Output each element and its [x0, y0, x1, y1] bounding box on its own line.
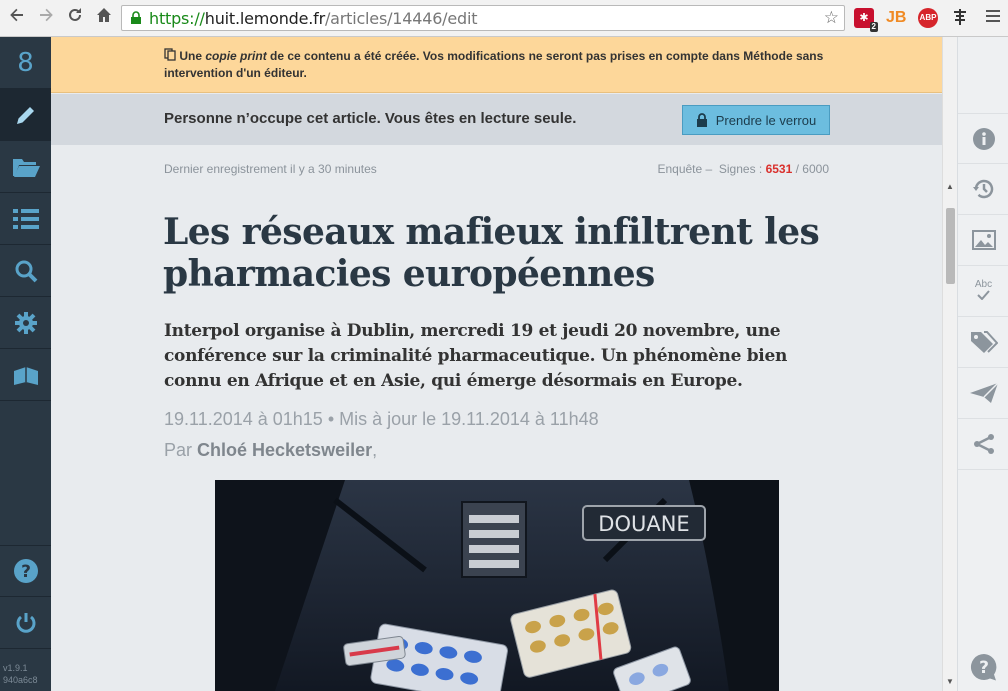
home-logo[interactable]: 8	[0, 37, 51, 89]
network-extension-icon[interactable]	[950, 8, 970, 28]
edit-pencil-icon[interactable]	[0, 89, 51, 141]
reload-icon[interactable]	[64, 7, 86, 29]
article-editor: Dernier enregistrement il y a 30 minutes…	[51, 145, 942, 691]
signs-counter: Enquête – Signes : 6531 / 6000	[657, 162, 829, 176]
scroll-up-arrow-icon[interactable]: ▲	[946, 182, 954, 191]
article-headline[interactable]: Les réseaux mafieux infiltrent les pharm…	[163, 211, 823, 295]
folder-open-icon[interactable]	[0, 141, 51, 193]
history-icon[interactable]	[958, 164, 1008, 215]
take-lock-label: Prendre le verrou	[715, 112, 817, 128]
right-toolbar: Abc ?	[957, 37, 1008, 691]
list-icon[interactable]	[0, 193, 51, 245]
copy-icon	[164, 48, 176, 61]
article-photo[interactable]: DOUANE	[215, 480, 779, 691]
gear-icon[interactable]	[0, 297, 51, 349]
svg-text:?: ?	[21, 562, 31, 582]
help-bubble-icon[interactable]: ?	[970, 653, 998, 686]
print-book-icon[interactable]	[0, 349, 51, 401]
scroll-down-arrow-icon[interactable]: ▼	[946, 677, 954, 686]
padlock-icon	[696, 113, 707, 127]
warning-text: Une copie print de ce contenu a été créé…	[164, 48, 824, 80]
read-only-banner: Personne n’occupe cet article. Vous êtes…	[51, 94, 942, 145]
article-lead[interactable]: Interpol organise à Dublin, mercredi 19 …	[164, 319, 804, 394]
left-navigation: 8 ? v1.9.1 940a6c8	[0, 37, 51, 691]
share-icon[interactable]	[958, 419, 1008, 470]
browser-toolbar: https://huit.lemonde.fr/articles/14446/e…	[0, 0, 1008, 37]
adblock-extension-icon[interactable]: ABP	[918, 8, 938, 28]
author-name[interactable]: Chloé Hecketsweiler	[197, 440, 372, 460]
read-only-message: Personne n’occupe cet article. Vous êtes…	[164, 110, 577, 127]
home-icon[interactable]	[93, 7, 115, 29]
power-icon[interactable]	[0, 597, 51, 649]
forward-icon[interactable]	[35, 7, 57, 29]
image-icon[interactable]	[958, 215, 1008, 266]
info-icon[interactable]	[958, 113, 1008, 164]
help-icon[interactable]: ?	[0, 545, 51, 597]
chrome-menu-icon[interactable]	[986, 10, 1000, 25]
address-bar[interactable]: https://huit.lemonde.fr/articles/14446/e…	[121, 5, 845, 31]
secure-lock-icon	[131, 11, 141, 24]
lastpass-extension-icon[interactable]: ✱ 2	[854, 8, 878, 32]
section-label: Enquête –	[657, 162, 713, 176]
back-icon[interactable]	[6, 7, 28, 29]
take-lock-button[interactable]: Prendre le verrou	[682, 105, 830, 135]
print-copy-warning: Une copie print de ce contenu a été créé…	[51, 37, 942, 93]
lastpass-badge: 2	[869, 22, 878, 32]
send-plane-icon[interactable]	[958, 368, 1008, 419]
search-icon[interactable]	[0, 245, 51, 297]
scrollbar-thumb[interactable]	[946, 208, 955, 284]
byline: Par Chloé Hecketsweiler,	[164, 440, 378, 460]
tags-icon[interactable]	[958, 317, 1008, 368]
content-scrollbar[interactable]: ▲ ▼	[942, 37, 957, 691]
bookmark-star-icon[interactable]: ☆	[824, 8, 839, 28]
signs-count: 6531	[765, 162, 793, 176]
last-saved: Dernier enregistrement il y a 30 minutes	[164, 162, 377, 176]
url-text: https://huit.lemonde.fr/articles/14446/e…	[149, 9, 478, 28]
jb-extension-icon[interactable]: JB	[886, 8, 906, 28]
spellcheck-icon[interactable]: Abc	[958, 266, 1008, 317]
svg-text:?: ?	[979, 658, 989, 678]
version-info: v1.9.1 940a6c8	[3, 663, 38, 685]
publication-dates: 19.11.2014 à 01h15 • Mis à jour le 19.11…	[164, 409, 599, 429]
photo-patch-text: DOUANE	[598, 512, 689, 536]
